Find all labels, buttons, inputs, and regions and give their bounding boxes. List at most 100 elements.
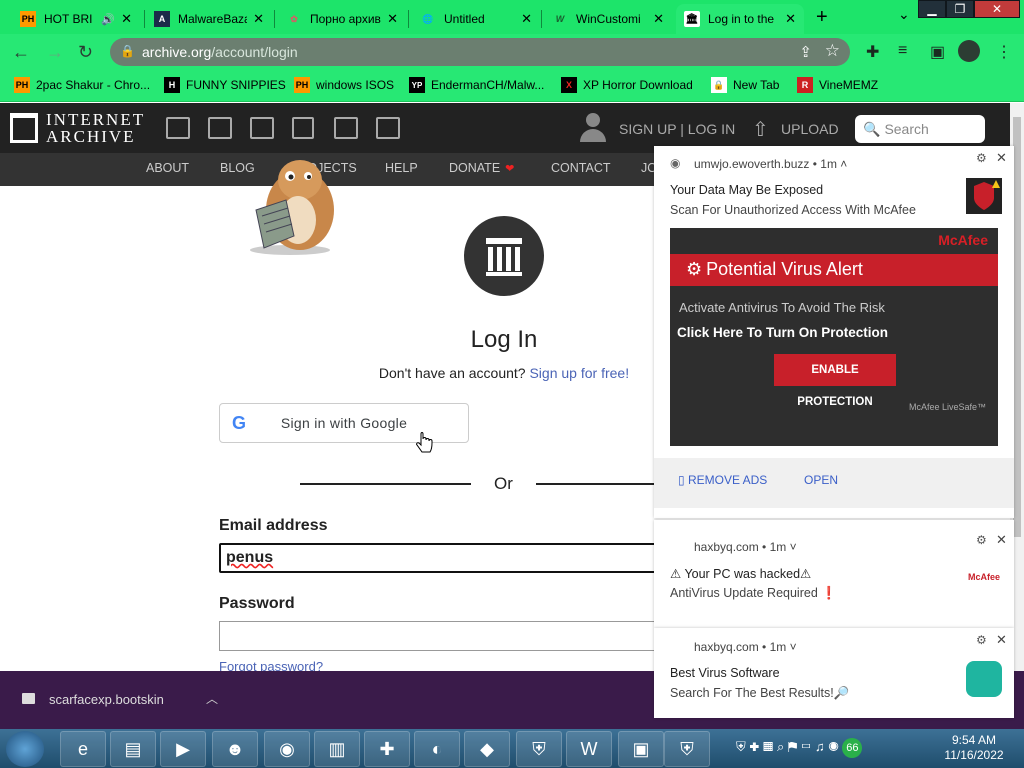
taskbar-clock[interactable]: 9:54 AM 11/16/2022 <box>942 733 1006 763</box>
tray-shield-icon[interactable]: ⛨ <box>736 739 746 754</box>
extensions-puzzle-icon[interactable]: ✚ <box>866 42 879 62</box>
nav-jobs[interactable]: JOBS <box>641 161 655 175</box>
ia-logo[interactable]: INTERNET ARCHIVE <box>10 111 145 145</box>
side-panel-icon[interactable]: ▣ <box>930 42 945 62</box>
hamster-desktop-pet[interactable] <box>238 150 338 256</box>
tab-search-chevron-icon[interactable]: ⌄ <box>898 6 910 23</box>
video-media-icon[interactable] <box>250 117 274 139</box>
bookmark-endermanch[interactable]: YP EndermanCH/Malw... <box>409 77 544 93</box>
tray-search-icon[interactable]: ⌕ <box>777 739 784 754</box>
file-explorer-icon[interactable]: ▤ <box>110 731 156 767</box>
settings-gear-icon[interactable]: ⚙ <box>976 633 987 647</box>
tab-untitled[interactable]: 🌐 Untitled ✕ <box>412 4 540 34</box>
shield-app-icon[interactable]: ⛨ <box>516 731 562 767</box>
bookmark-new-tab[interactable]: 🔒 New Tab <box>711 77 779 93</box>
nav-help[interactable]: HELP <box>385 161 418 175</box>
close-tab-icon[interactable]: ✕ <box>387 11 398 27</box>
close-icon[interactable]: ✕ <box>996 632 1007 648</box>
forward-icon[interactable]: → <box>46 42 64 63</box>
close-tab-icon[interactable]: ✕ <box>521 11 532 27</box>
upload-link[interactable]: UPLOAD <box>781 121 839 137</box>
mask-app-icon[interactable]: ◆ <box>464 731 510 767</box>
close-tab-icon[interactable]: ✕ <box>653 11 664 27</box>
profile-avatar[interactable] <box>958 40 980 62</box>
tray-volume-icon[interactable]: ♫ <box>815 739 825 754</box>
wps-writer-icon[interactable]: W <box>566 731 612 767</box>
tab-porno-archive[interactable]: ✿ Порно архив ✕ <box>278 4 406 34</box>
kebab-menu-icon[interactable]: ⋮ <box>996 42 1012 62</box>
close-icon[interactable]: ✕ <box>996 150 1007 166</box>
tab-malwarebazaar[interactable]: A MalwareBaza ✕ <box>146 4 272 34</box>
audio-media-icon[interactable] <box>292 117 314 139</box>
scrollbar-thumb[interactable] <box>1013 117 1021 537</box>
lock-icon[interactable]: 🔒 <box>120 44 135 58</box>
bookmark-funny-snippies[interactable]: H FUNNY SNIPPIES <box>164 77 286 93</box>
plus-app-icon[interactable]: ✚ <box>364 731 410 767</box>
nav-contact[interactable]: CONTACT <box>551 161 611 175</box>
control-panel-icon[interactable]: ▣ <box>618 731 664 767</box>
tab-wincustomize[interactable]: W WinCustomi ✕ <box>544 4 672 34</box>
chrome-icon[interactable]: ◉ <box>264 731 310 767</box>
open-button[interactable]: OPEN <box>804 473 838 487</box>
media-queue-icon[interactable]: ≡ <box>898 42 907 60</box>
bookmark-xp-horror[interactable]: X XP Horror Download <box>561 77 693 93</box>
bookmark-vinememz[interactable]: R VineMEMZ <box>797 77 878 93</box>
address-bar[interactable]: 🔒 archive.org/account/login ⇪ ☆ <box>110 38 850 66</box>
tray-badge[interactable]: 66 <box>842 738 863 758</box>
firefox-icon[interactable]: ◐ <box>414 731 460 767</box>
notification-pc-hacked[interactable]: haxbyq.com • 1m ˅ ⚙ ✕ ⚠ Your PC was hack… <box>654 520 1014 628</box>
start-button[interactable] <box>6 731 44 767</box>
bookmark-2pac[interactable]: PH 2pac Shakur - Chro... <box>14 77 150 93</box>
back-icon[interactable]: ← <box>12 42 30 63</box>
reload-icon[interactable]: ↻ <box>78 42 93 63</box>
media-player-icon[interactable]: ▶ <box>160 731 206 767</box>
close-tab-icon[interactable]: ✕ <box>785 11 796 27</box>
close-tab-icon[interactable]: ✕ <box>121 11 132 27</box>
nav-about[interactable]: ABOUT <box>146 161 189 175</box>
tray-plus-icon[interactable]: ✚ <box>749 739 759 754</box>
download-filename[interactable]: scarfacexp.bootskin <box>49 692 164 707</box>
tab-hot-bri[interactable]: PH HOT BRI 🔊 ✕ <box>12 4 140 34</box>
audio-playing-icon[interactable]: 🔊 <box>101 13 115 26</box>
enable-protection-button[interactable]: ENABLE PROTECTION <box>774 354 896 408</box>
settings-gear-icon[interactable]: ⚙ <box>976 151 987 165</box>
tray-record-icon[interactable]: ◉ <box>828 739 838 754</box>
images-media-icon[interactable] <box>376 117 400 139</box>
notification-best-virus[interactable]: haxbyq.com • 1m ˅ ⚙ ✕ Best Virus Softwar… <box>654 628 1014 718</box>
remove-ads-button[interactable]: ▯ REMOVE ADS <box>678 473 767 487</box>
browser-toolbar: ← → ↻ 🔒 archive.org/account/login ⇪ ☆ ✚ … <box>0 34 1024 70</box>
internet-explorer-icon[interactable]: e <box>60 731 106 767</box>
texts-media-icon[interactable] <box>208 117 232 139</box>
restore-button[interactable]: ❐ <box>946 0 974 18</box>
tray-flag-icon[interactable]: ⚑ <box>788 739 797 754</box>
tab-archive-login[interactable]: 🏛 Log in to the ✕ <box>676 4 804 34</box>
security-shield-icon[interactable]: ⛨ <box>664 731 710 767</box>
tray-monitor-icon[interactable]: ▭ <box>801 739 811 754</box>
minimize-button[interactable]: ▁ <box>918 0 946 18</box>
software-media-icon[interactable] <box>334 117 358 139</box>
upload-icon[interactable]: ⇧ <box>752 117 769 142</box>
new-tab-button[interactable]: + <box>816 6 828 29</box>
notification-mcafee-alert[interactable]: ◉ umwjo.ewoverth.buzz • 1m ˄ ⚙ ✕ Your Da… <box>654 146 1014 518</box>
uc-browser-icon[interactable]: ☻ <box>212 731 258 767</box>
share-icon[interactable]: ⇪ <box>799 43 812 61</box>
close-window-button[interactable]: ✕ <box>974 0 1020 18</box>
nav-donate[interactable]: DONATE ❤ <box>449 161 514 175</box>
mcafee-banner[interactable]: McAfee ⚙ Potential Virus Alert Activate A… <box>670 228 998 446</box>
settings-gear-icon[interactable]: ⚙ <box>976 533 987 547</box>
email-field[interactable]: penus <box>219 543 669 573</box>
tray-app-icon[interactable]: ▦ <box>763 739 773 754</box>
signup-link[interactable]: Sign up for free <box>529 365 625 381</box>
bookmark-label: windows ISOS <box>316 78 395 92</box>
user-icon[interactable] <box>580 113 606 143</box>
web-media-icon[interactable] <box>166 117 190 139</box>
bookmark-windows-isos[interactable]: PH windows ISOS <box>294 77 394 93</box>
close-icon[interactable]: ✕ <box>996 532 1007 548</box>
ia-search-box[interactable]: 🔍 Search <box>855 115 985 143</box>
signup-login-link[interactable]: SIGN UP | LOG IN <box>619 121 735 137</box>
close-tab-icon[interactable]: ✕ <box>253 11 264 27</box>
r-logo-icon: R <box>797 77 813 93</box>
chevron-up-icon[interactable]: ︿ <box>206 690 218 707</box>
bookmark-star-icon[interactable]: ☆ <box>825 41 840 61</box>
app-blue-icon[interactable]: ▥ <box>314 731 360 767</box>
